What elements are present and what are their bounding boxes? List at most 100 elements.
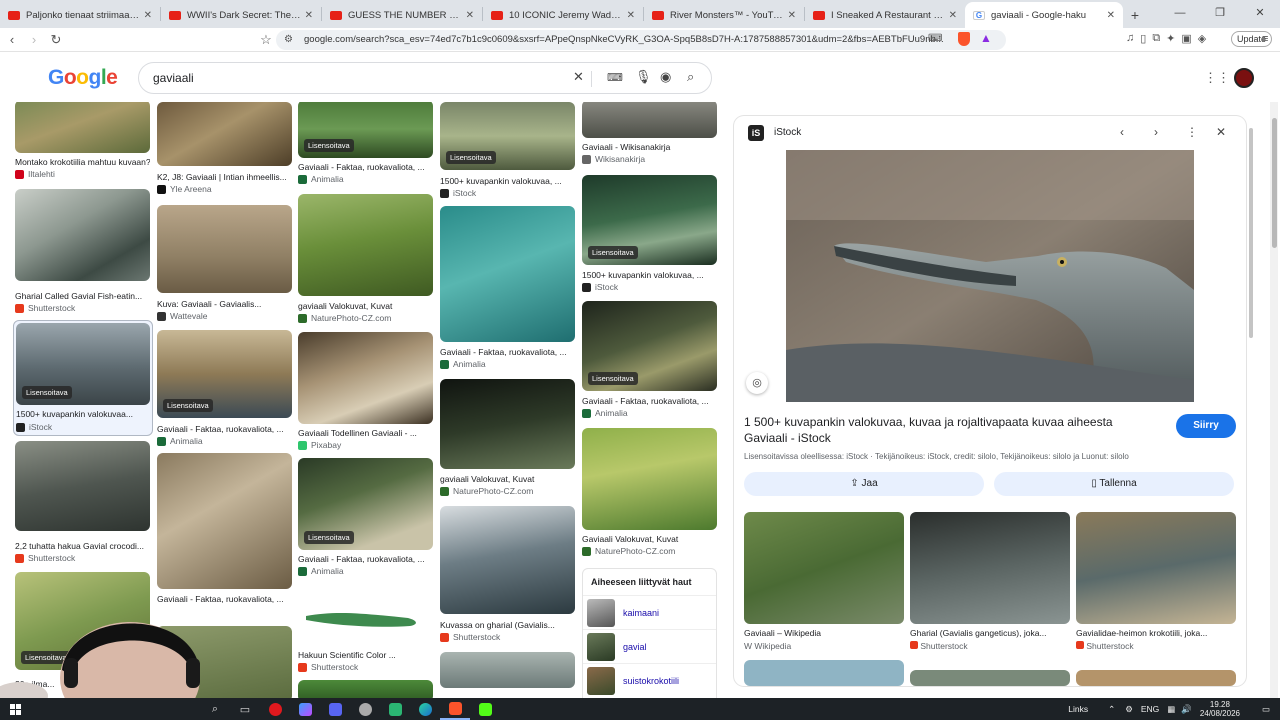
restore-icon[interactable]: ❐ bbox=[1200, 0, 1240, 28]
related-item[interactable]: suistokrokotiili bbox=[583, 663, 716, 697]
close-icon[interactable]: ✕ bbox=[949, 10, 957, 21]
edge-icon[interactable] bbox=[410, 698, 440, 720]
windows-start-icon[interactable] bbox=[0, 698, 30, 720]
similar-image-title[interactable]: Gharial (Gavialis gangeticus), joka... bbox=[910, 628, 1070, 638]
browser-tab-active[interactable]: Ggaviaali - Google-haku ✕ bbox=[965, 2, 1123, 28]
next-icon[interactable]: › bbox=[1154, 125, 1158, 139]
image-result[interactable]: Lisensoitava 1500+ kuvapankin valokuvaa,… bbox=[440, 102, 575, 198]
similar-image[interactable] bbox=[744, 660, 904, 686]
image-result[interactable]: Kuvassa on gharial (Gavialis... Shutters… bbox=[440, 506, 575, 646]
brave-shield-icon[interactable] bbox=[958, 32, 970, 46]
image-result[interactable]: Gaviaali - Wikisanakirja Wikisanakirja bbox=[582, 102, 717, 166]
image-result[interactable]: Lisensoitava Gaviaali - Faktaa, ruokaval… bbox=[582, 301, 717, 421]
similar-image[interactable] bbox=[744, 512, 904, 624]
image-result[interactable]: Gharial Called Gavial Fish-eatin... Shut… bbox=[15, 189, 150, 317]
more-options-icon[interactable]: ⋮ bbox=[1186, 125, 1198, 139]
reload-icon[interactable]: ↻ bbox=[46, 32, 66, 48]
back-icon[interactable]: ‹ bbox=[2, 32, 22, 47]
site-info-icon[interactable]: ⚙ bbox=[284, 30, 293, 50]
google-logo[interactable]: Google bbox=[48, 66, 118, 90]
image-result[interactable]: Kuva: Gaviaali - Gaviaalis... Wattevale bbox=[157, 205, 292, 323]
image-result-selected[interactable]: Lisensoitava 1500+ kuvapankin valokuvaa.… bbox=[13, 320, 153, 436]
search-box[interactable]: gaviaali ✕ ⌨ 🎙 ◉ ⌕ bbox=[138, 62, 712, 94]
page-scrollbar[interactable] bbox=[1270, 102, 1278, 698]
chevron-up-icon[interactable]: ⌃ bbox=[1108, 704, 1115, 715]
close-icon[interactable]: ✕ bbox=[1107, 10, 1115, 21]
image-result[interactable]: Lisensoitava Gaviaali - Faktaa, ruokaval… bbox=[298, 458, 433, 578]
camera-search-icon[interactable]: ◉ bbox=[660, 69, 671, 85]
share-button[interactable]: ⇪ Jaa bbox=[744, 472, 984, 496]
image-result[interactable]: Gaviaali - Faktaa, ruokavaliota, ... Ani… bbox=[440, 206, 575, 372]
preview-title[interactable]: 1 500+ kuvapankin valokuvaa, kuvaa ja ro… bbox=[744, 414, 1154, 446]
browser-tab[interactable]: 10 ICONIC Jeremy Wade Moments✕ bbox=[483, 2, 643, 28]
sidebar-icon[interactable]: ▯ bbox=[1140, 32, 1146, 45]
links-toolbar[interactable]: Links bbox=[1068, 704, 1088, 714]
media-icon[interactable]: ♫ bbox=[1126, 32, 1134, 45]
similar-image[interactable] bbox=[1076, 512, 1236, 624]
lens-search-icon[interactable]: ◎ bbox=[746, 372, 768, 394]
image-result[interactable]: Gaviaali - Faktaa, ruokavaliota, ... bbox=[157, 453, 292, 604]
image-result[interactable]: 2,2 tuhatta hakua Gavial crocodi... Shut… bbox=[15, 441, 150, 565]
visit-button[interactable]: Siirry bbox=[1176, 414, 1236, 438]
photos-icon[interactable] bbox=[290, 698, 320, 720]
vpn-icon[interactable]: ◈ bbox=[1198, 32, 1206, 45]
avatar[interactable] bbox=[1234, 68, 1254, 88]
image-result[interactable]: Lisensoitava Gaviaali - Faktaa, ruokaval… bbox=[157, 330, 292, 448]
close-icon[interactable]: ✕ bbox=[627, 10, 635, 21]
forward-icon[interactable]: › bbox=[24, 32, 44, 47]
clear-icon[interactable]: ✕ bbox=[573, 69, 584, 85]
translate-icon[interactable]: ⌨ bbox=[928, 33, 942, 44]
browser-tab[interactable]: WWII's Dark Secret: The Massacre of✕ bbox=[161, 2, 321, 28]
image-result[interactable] bbox=[440, 652, 575, 702]
task-view-icon[interactable]: ▭ bbox=[230, 698, 260, 720]
address-bar[interactable]: ⚙ google.com/search?sca_esv=74ed7c7b1c9c0… bbox=[276, 30, 1006, 50]
menu-icon[interactable]: ≡ bbox=[1262, 33, 1268, 45]
image-result[interactable]: gaviaali Valokuvat, Kuvat NaturePhoto-CZ… bbox=[298, 194, 433, 324]
related-item[interactable]: kaimaani bbox=[583, 595, 716, 629]
app-icon[interactable] bbox=[350, 698, 380, 720]
image-result[interactable]: Hakuun Scientific Color ... Shutterstock bbox=[298, 586, 433, 672]
close-icon[interactable]: ✕ bbox=[788, 10, 796, 21]
image-result[interactable]: Gaviaali Todellinen Gaviaali - ... Pixab… bbox=[298, 332, 433, 452]
wallet-icon[interactable]: ▣ bbox=[1181, 32, 1191, 45]
browser-tab[interactable]: River Monsters™ - YouTube ✕ bbox=[644, 2, 804, 28]
bookmark-icon[interactable]: ☆ bbox=[256, 32, 276, 48]
image-result[interactable]: Montako krokotiilia mahtuu kuvaan? Iltal… bbox=[15, 102, 150, 180]
image-result[interactable]: K2, J8: Gaviaali | Intian ihmeellis... Y… bbox=[157, 102, 292, 200]
close-window-icon[interactable]: ✕ bbox=[1240, 0, 1280, 28]
browser-tab[interactable]: Paljonko tienaat striimaamalla? - Li✕ bbox=[0, 2, 160, 28]
panel-scrollbar[interactable] bbox=[1248, 116, 1254, 686]
search-icon[interactable]: ⌕ bbox=[200, 698, 230, 720]
preview-image[interactable] bbox=[786, 150, 1194, 402]
discord-icon[interactable] bbox=[320, 698, 350, 720]
language-indicator[interactable]: ENG bbox=[1141, 704, 1159, 714]
app-icon[interactable] bbox=[380, 698, 410, 720]
similar-image-title[interactable]: Gavialidae-heimon krokotiili, joka... bbox=[1076, 628, 1236, 638]
network-icon[interactable]: ▦ bbox=[1167, 704, 1175, 715]
search-input[interactable]: gaviaali bbox=[153, 71, 194, 85]
panel-source[interactable]: iStock bbox=[774, 127, 801, 138]
brave-icon[interactable] bbox=[440, 698, 470, 720]
new-tab-icon[interactable]: + bbox=[1123, 2, 1147, 28]
save-button[interactable]: ▯ Tallenna bbox=[994, 472, 1234, 496]
keyboard-icon[interactable]: ⌨ bbox=[607, 71, 623, 84]
related-item[interactable]: gavial bbox=[583, 629, 716, 663]
image-result[interactable]: Lisensoitava 1500+ kuvapankin valokuvaa,… bbox=[582, 175, 717, 295]
notifications-icon[interactable]: ▭ bbox=[1262, 704, 1270, 715]
extensions-icon[interactable]: ⧉ bbox=[1152, 32, 1160, 45]
leo-icon[interactable]: ✦ bbox=[1166, 32, 1175, 45]
similar-image[interactable] bbox=[910, 670, 1070, 686]
close-icon[interactable]: ✕ bbox=[1216, 125, 1226, 139]
image-result[interactable]: Lisensoitava Gaviaali - Faktaa, ruokaval… bbox=[298, 102, 433, 186]
close-icon[interactable]: ✕ bbox=[305, 10, 313, 21]
similar-image[interactable] bbox=[910, 512, 1070, 624]
image-result[interactable]: gaviaali Valokuvat, Kuvat NaturePhoto-CZ… bbox=[440, 379, 575, 497]
volume-icon[interactable]: 🔊 bbox=[1181, 704, 1192, 715]
rewards-icon[interactable]: ▲ bbox=[980, 31, 992, 45]
browser-tab[interactable]: I Sneaked A Restaurant Manager Hi✕ bbox=[805, 2, 965, 28]
image-result[interactable]: Gaviaali Valokuvat, Kuvat NaturePhoto-CZ… bbox=[582, 428, 717, 558]
clock[interactable]: 19.28 24/08/2026 bbox=[1200, 700, 1240, 718]
settings-icon[interactable]: ⚙ bbox=[1125, 704, 1133, 715]
similar-image[interactable] bbox=[1076, 670, 1236, 686]
opera-icon[interactable] bbox=[260, 698, 290, 720]
